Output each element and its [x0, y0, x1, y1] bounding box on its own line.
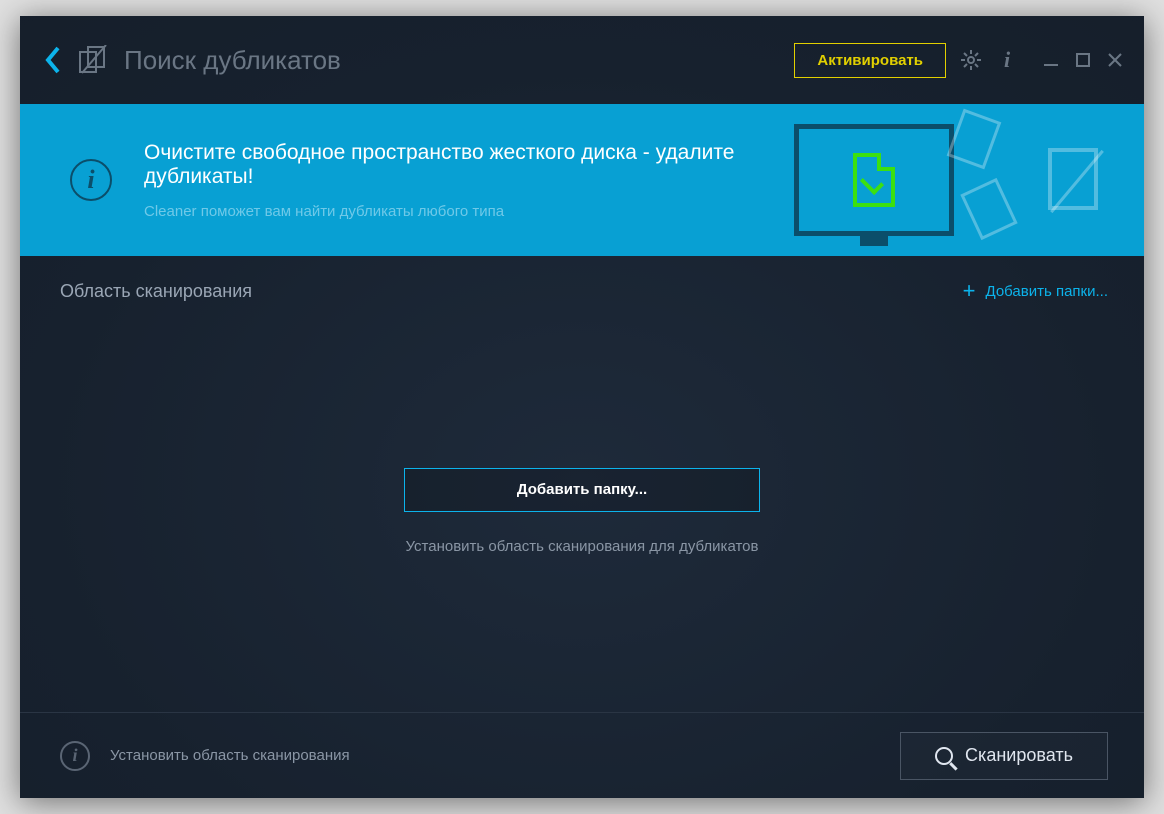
content-area: Добавить папку... Установить область ска… — [20, 310, 1144, 712]
back-button[interactable] — [44, 46, 62, 74]
scan-button[interactable]: Сканировать — [900, 732, 1108, 780]
minimize-button[interactable] — [1042, 53, 1060, 67]
info-icon: i — [70, 159, 112, 201]
duplicate-files-icon — [78, 45, 110, 75]
info-icon: i — [60, 741, 90, 771]
app-window: Поиск дубликатов Активировать i — [20, 16, 1144, 798]
banner-heading: Очистите свободное пространство жесткого… — [144, 141, 794, 189]
banner-subtitle: Cleaner поможет вам найти дубликаты любо… — [144, 203, 794, 220]
titlebar-right: Активировать i — [794, 43, 1124, 78]
info-banner: i Очистите свободное пространство жестко… — [20, 104, 1144, 256]
ghost-doc-crossed-icon — [1048, 148, 1098, 210]
footer-hint: Установить область сканирования — [110, 747, 350, 764]
footer: i Установить область сканирования Сканир… — [20, 712, 1144, 798]
add-folders-label: Добавить папки... — [986, 283, 1109, 300]
banner-illustration — [794, 104, 1114, 256]
ghost-doc-icon — [947, 109, 1002, 170]
document-check-icon — [853, 153, 895, 207]
scan-area-title: Область сканирования — [60, 281, 252, 302]
search-icon — [935, 747, 953, 765]
content-subtitle: Установить область сканирования для дубл… — [406, 538, 759, 555]
section-header: Область сканирования + Добавить папки... — [20, 256, 1144, 310]
monitor-icon — [794, 124, 954, 236]
plus-icon: + — [963, 280, 976, 302]
titlebar: Поиск дубликатов Активировать i — [20, 16, 1144, 104]
close-button[interactable] — [1106, 53, 1124, 67]
info-button[interactable]: i — [996, 49, 1018, 71]
add-folder-button[interactable]: Добавить папку... — [404, 468, 760, 512]
maximize-button[interactable] — [1074, 53, 1092, 67]
settings-button[interactable] — [960, 49, 982, 71]
ghost-doc-icon — [960, 178, 1017, 240]
window-controls — [1042, 53, 1124, 67]
add-folders-link[interactable]: + Добавить папки... — [963, 280, 1108, 302]
banner-text: Очистите свободное пространство жесткого… — [144, 141, 794, 220]
scan-button-label: Сканировать — [965, 745, 1073, 766]
page-title: Поиск дубликатов — [124, 45, 341, 76]
activate-button[interactable]: Активировать — [794, 43, 946, 78]
